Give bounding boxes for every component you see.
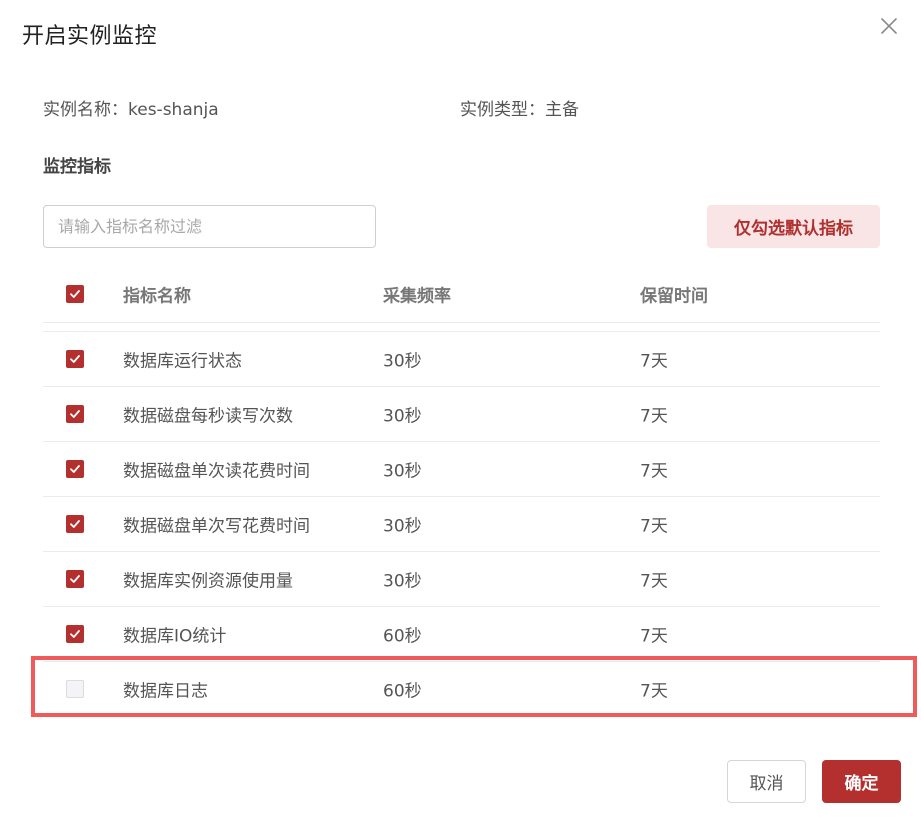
- table-header: 指标名称 采集频率 保留时间: [43, 266, 880, 323]
- column-header-retention: 保留时间: [640, 286, 708, 307]
- metric-name: 数据磁盘每秒读写次数: [123, 406, 293, 427]
- metric-retention: 7天: [640, 351, 668, 372]
- check-icon: [70, 290, 80, 298]
- row-checkbox[interactable]: [66, 625, 84, 643]
- metric-retention: 7天: [640, 571, 668, 592]
- dialog-title: 开启实例监控: [22, 24, 158, 49]
- metric-frequency: 60秒: [383, 626, 422, 647]
- table-row[interactable]: 数据磁盘每秒读写次数 30秒 7天: [43, 387, 880, 442]
- row-checkbox[interactable]: [66, 405, 84, 423]
- metric-name: 数据磁盘单次写花费时间: [123, 516, 310, 537]
- metric-retention: 7天: [640, 516, 668, 537]
- check-icon: [70, 520, 80, 528]
- row-checkbox-cell: [66, 405, 84, 423]
- check-icon: [70, 575, 80, 583]
- monitor-dialog: 开启实例监控 实例名称：kes-shanja 实例类型：主备 监控指标 仅勾选默…: [0, 0, 921, 825]
- cancel-button[interactable]: 取消: [727, 760, 806, 803]
- check-icon: [70, 355, 80, 363]
- instance-name-text: 实例名称：kes-shanja: [43, 100, 219, 120]
- row-checkbox[interactable]: [66, 460, 84, 478]
- metric-retention: 7天: [640, 626, 668, 647]
- metric-name: 数据库日志: [123, 681, 208, 702]
- close-button[interactable]: [877, 14, 901, 38]
- check-icon: [70, 465, 80, 473]
- metric-name: 数据磁盘单次读花费时间: [123, 461, 310, 482]
- metric-name: 数据库运行状态: [123, 351, 242, 372]
- row-checkbox[interactable]: [66, 570, 84, 588]
- row-checkbox-cell: [66, 570, 84, 588]
- select-default-metrics-button[interactable]: 仅勾选默认指标: [707, 205, 880, 248]
- row-checkbox[interactable]: [66, 515, 84, 533]
- header-divider: [43, 323, 880, 332]
- table-row[interactable]: 数据库IO统计 60秒 7天: [43, 607, 880, 662]
- row-checkbox-cell: [66, 460, 84, 478]
- metric-frequency: 30秒: [383, 461, 422, 482]
- metric-frequency: 30秒: [383, 406, 422, 427]
- metric-name: 数据库IO统计: [123, 626, 227, 647]
- metric-filter-input[interactable]: [43, 205, 376, 248]
- select-all-cell: [66, 285, 84, 303]
- metric-name: 数据库实例资源使用量: [123, 571, 293, 592]
- check-icon: [70, 410, 80, 418]
- column-header-name: 指标名称: [123, 286, 191, 307]
- metric-frequency: 30秒: [383, 351, 422, 372]
- row-checkbox[interactable]: [66, 680, 84, 698]
- table-row[interactable]: 数据库实例资源使用量 30秒 7天: [43, 552, 880, 607]
- select-all-checkbox[interactable]: [66, 285, 84, 303]
- row-checkbox-cell: [66, 515, 84, 533]
- table-body: 数据库运行状态 30秒 7天 数据磁盘每秒读写次数 30秒 7天 数据磁盘单次读花费时间 30…: [43, 332, 880, 716]
- table-row[interactable]: 数据磁盘单次写花费时间 30秒 7天: [43, 497, 880, 552]
- metric-retention: 7天: [640, 681, 668, 702]
- check-icon: [70, 630, 80, 638]
- metric-frequency: 60秒: [383, 681, 422, 702]
- close-icon: [881, 18, 897, 34]
- row-checkbox-cell: [66, 680, 84, 698]
- instance-type-text: 实例类型：主备: [460, 100, 579, 120]
- row-checkbox-cell: [66, 350, 84, 368]
- section-title: 监控指标: [43, 157, 111, 177]
- table-row[interactable]: 数据库运行状态 30秒 7天: [43, 332, 880, 387]
- metric-frequency: 30秒: [383, 516, 422, 537]
- column-header-frequency: 采集频率: [383, 286, 451, 307]
- metric-retention: 7天: [640, 406, 668, 427]
- confirm-button[interactable]: 确定: [822, 760, 901, 803]
- metric-frequency: 30秒: [383, 571, 422, 592]
- metrics-table: 指标名称 采集频率 保留时间 数据库运行状态 30秒 7天 数据磁盘每秒读写次数 30秒…: [43, 266, 880, 716]
- row-checkbox-cell: [66, 625, 84, 643]
- table-row[interactable]: 数据库日志 60秒 7天: [43, 662, 880, 716]
- metric-retention: 7天: [640, 461, 668, 482]
- row-checkbox[interactable]: [66, 350, 84, 368]
- table-row[interactable]: 数据磁盘单次读花费时间 30秒 7天: [43, 442, 880, 497]
